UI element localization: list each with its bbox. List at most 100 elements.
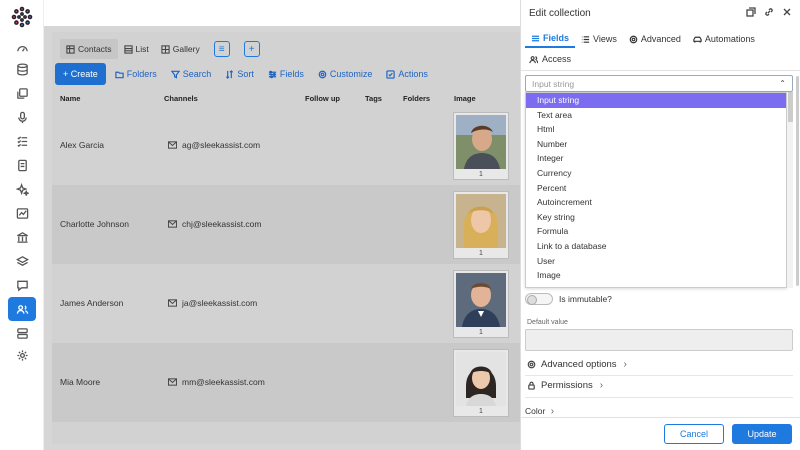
column-header-follow-up[interactable]: Follow up	[305, 94, 340, 103]
default-value-input[interactable]	[525, 329, 793, 351]
server-icon[interactable]	[11, 322, 33, 344]
divider	[521, 70, 800, 71]
actions-button[interactable]: Actions	[381, 69, 433, 79]
option-user[interactable]: User	[526, 254, 786, 269]
create-button[interactable]: + Create	[55, 63, 106, 85]
divider	[525, 397, 793, 398]
update-button[interactable]: Update	[732, 424, 792, 444]
image-thumbnail[interactable]: 1	[453, 349, 509, 417]
panel-scrollbar[interactable]	[796, 76, 799, 286]
column-header-tags[interactable]: Tags	[365, 94, 382, 103]
email-channel[interactable]: mm@sleekassist.com	[168, 377, 265, 387]
window-icon[interactable]	[746, 7, 756, 17]
option-input-string[interactable]: Input string	[526, 93, 786, 108]
email-channel[interactable]: chj@sleekassist.com	[168, 219, 261, 229]
profile-photo	[456, 115, 506, 169]
tab-views[interactable]: Views	[575, 30, 623, 48]
search-button[interactable]: Search	[166, 69, 217, 79]
toggle-label: Is immutable?	[559, 294, 612, 304]
tab-contacts[interactable]: Contacts	[60, 39, 118, 59]
microphone-icon[interactable]	[11, 106, 33, 128]
contacts-icon[interactable]	[8, 297, 36, 321]
color-section[interactable]: Color ›	[525, 406, 554, 417]
layers-icon[interactable]	[11, 250, 33, 272]
fields-button[interactable]: Fields	[263, 69, 309, 79]
default-value-label: Default value	[527, 319, 568, 326]
dropdown-scroll-thumb[interactable]	[788, 92, 793, 122]
panel-title: Edit collection	[529, 8, 591, 19]
image-thumbnail[interactable]: 1	[453, 191, 509, 259]
column-header-folders[interactable]: Folders	[403, 94, 430, 103]
chat-icon[interactable]	[11, 274, 33, 296]
sliders-icon	[268, 70, 276, 78]
table-row[interactable]: Alex Garcia ag@sleekassist.com 1	[52, 106, 520, 185]
option-autoincrement[interactable]: Autoincrement	[526, 195, 786, 210]
add-view-button[interactable]: +	[243, 41, 260, 57]
option-formula[interactable]: Formula	[526, 224, 786, 239]
column-header-name[interactable]: Name	[60, 94, 80, 103]
option-link-to-database[interactable]: Link to a database	[526, 239, 786, 254]
tab-access[interactable]: Access	[529, 54, 571, 64]
option-text-area[interactable]: Text area	[526, 108, 786, 123]
option-number[interactable]: Number	[526, 137, 786, 152]
link-icon[interactable]	[764, 7, 774, 17]
top-bar	[44, 0, 520, 26]
option-percent[interactable]: Percent	[526, 181, 786, 196]
image-thumbnail[interactable]: 1	[453, 270, 509, 338]
lock-icon	[528, 381, 535, 390]
app-logo-icon[interactable]	[11, 6, 33, 28]
option-integer[interactable]: Integer	[526, 151, 786, 166]
customize-label: Customize	[329, 69, 373, 79]
create-label: + Create	[63, 69, 98, 79]
cancel-button[interactable]: Cancel	[664, 424, 724, 444]
bank-icon[interactable]	[11, 226, 33, 248]
column-header-image[interactable]: Image	[454, 94, 476, 103]
copy-icon[interactable]	[11, 82, 33, 104]
profile-photo	[456, 352, 506, 406]
toggle-switch[interactable]	[525, 293, 553, 305]
option-currency[interactable]: Currency	[526, 166, 786, 181]
sparkle-icon[interactable]	[11, 178, 33, 200]
close-icon[interactable]	[782, 7, 792, 17]
panel-tabs: Fields Views Advanced Automations	[525, 30, 761, 48]
customize-button[interactable]: Customize	[313, 69, 378, 79]
views-menu-button[interactable]: ≡	[213, 41, 230, 57]
sliders-icon	[531, 35, 540, 41]
chevron-right-icon: ›	[599, 380, 604, 391]
database-icon[interactable]	[11, 58, 33, 80]
documents-icon[interactable]	[11, 154, 33, 176]
field-type-select[interactable]: Input string ⌃	[525, 75, 793, 92]
column-header-channels[interactable]: Channels	[164, 94, 198, 103]
tab-automations[interactable]: Automations	[687, 30, 761, 48]
email-channel[interactable]: ag@sleekassist.com	[168, 140, 260, 150]
tab-fields[interactable]: Fields	[525, 30, 576, 48]
dashboard-icon[interactable]	[11, 37, 33, 59]
option-image[interactable]: Image	[526, 268, 786, 283]
folders-button[interactable]: Folders	[110, 69, 162, 79]
immutable-toggle[interactable]: Is immutable?	[525, 293, 612, 305]
email-text: mm@sleekassist.com	[182, 377, 265, 387]
table-row[interactable]: James Anderson ja@sleekassist.com 1	[52, 264, 520, 343]
table-row[interactable]: Mia Moore mm@sleekassist.com 1	[52, 343, 520, 422]
tab-gallery[interactable]: Gallery	[155, 39, 206, 59]
option-html[interactable]: Html	[526, 122, 786, 137]
email-channel[interactable]: ja@sleekassist.com	[168, 298, 257, 308]
table-row[interactable]: Charlotte Johnson chj@sleekassist.com 1	[52, 185, 520, 264]
advanced-options-section[interactable]: Advanced options ›	[527, 359, 627, 370]
tab-advanced[interactable]: Advanced	[623, 30, 687, 48]
permissions-section[interactable]: Permissions ›	[527, 380, 603, 391]
image-count: 1	[479, 171, 483, 178]
image-thumbnail[interactable]: 1	[453, 112, 509, 180]
settings-icon[interactable]	[11, 344, 33, 366]
image-count: 1	[479, 329, 483, 336]
sort-button[interactable]: Sort	[220, 69, 259, 79]
menu-icon: ≡	[218, 43, 225, 55]
checklist-icon[interactable]	[11, 130, 33, 152]
tab-label: Access	[542, 54, 572, 64]
contact-name: James Anderson	[60, 298, 124, 308]
option-key-string[interactable]: Key string	[526, 210, 786, 225]
chart-icon[interactable]	[11, 202, 33, 224]
image-count: 1	[479, 250, 483, 257]
tab-list[interactable]: List	[118, 39, 155, 59]
section-label: Advanced options	[541, 359, 617, 370]
